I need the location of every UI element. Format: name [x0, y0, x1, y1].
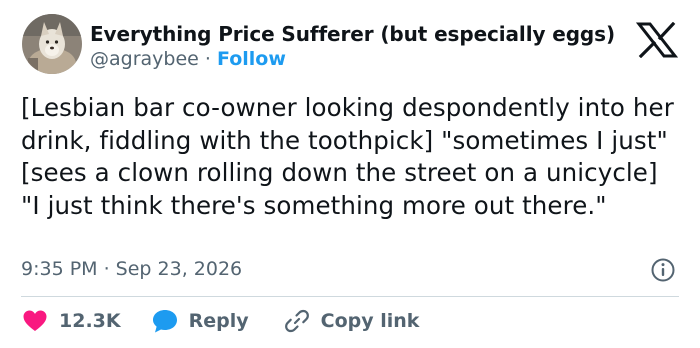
divider [21, 296, 679, 297]
like-count: 12.3K [59, 310, 121, 332]
info-icon[interactable] [650, 257, 676, 283]
like-button[interactable]: 12.3K [21, 308, 121, 334]
heart-icon [21, 308, 49, 334]
tweet-card: Everything Price Sufferer (but especiall… [0, 0, 700, 348]
handle-separator: · [204, 48, 211, 70]
link-icon [283, 308, 311, 334]
author-handle-line: @agraybee · Follow [90, 48, 286, 70]
action-bar: 12.3K Reply Copy link [21, 306, 419, 336]
follow-button[interactable]: Follow [217, 48, 286, 70]
tweet-text: [Lesbian bar co-owner looking despondent… [21, 93, 674, 220]
copy-link-label: Copy link [320, 310, 420, 332]
x-logo-icon[interactable] [635, 21, 679, 59]
reply-label: Reply [188, 310, 249, 332]
tweet-timestamp[interactable]: 9:35 PM · Sep 23, 2026 [21, 258, 242, 280]
copy-link-button[interactable]: Copy link [283, 308, 420, 334]
author-display-name[interactable]: Everything Price Sufferer (but especiall… [90, 22, 615, 46]
speech-bubble-icon [151, 308, 179, 334]
author-handle[interactable]: @agraybee [90, 48, 199, 70]
reply-button[interactable]: Reply [151, 308, 249, 334]
avatar[interactable] [22, 14, 82, 74]
